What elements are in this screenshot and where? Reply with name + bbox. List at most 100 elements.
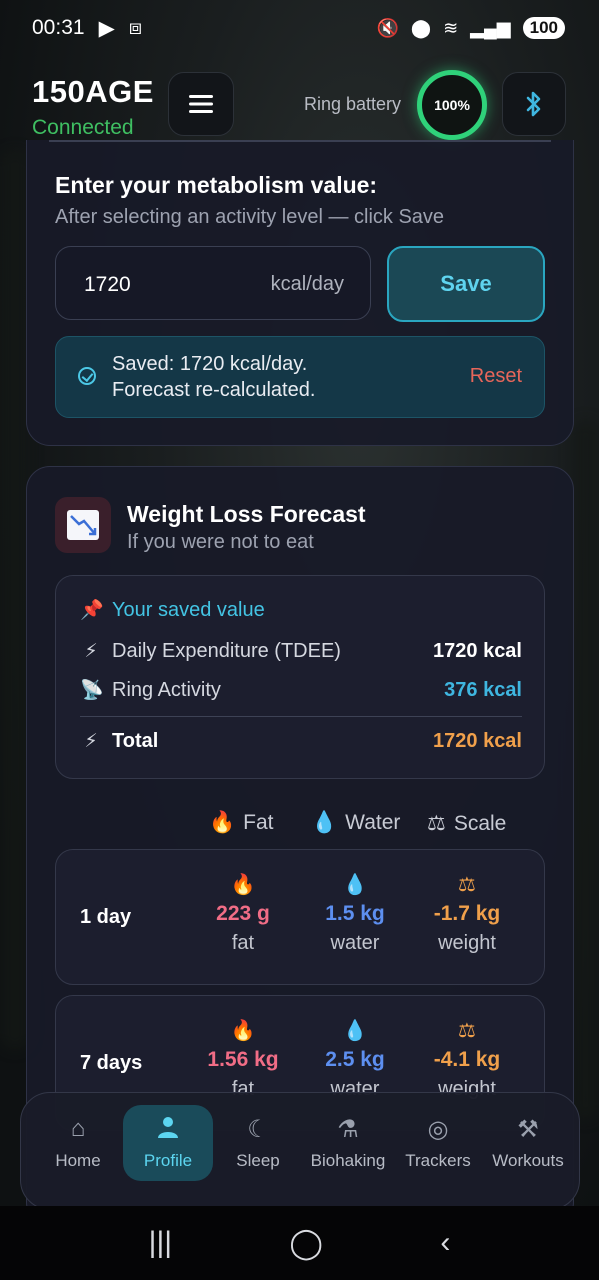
background-tree [572, 420, 599, 1120]
app-name: 150AGE [32, 74, 154, 109]
water-column: 💧 1.5 kg water [300, 872, 410, 955]
tdee-row: ⚡ Daily Expenditure (TDEE) 1720 kcal [80, 640, 522, 663]
ring-battery-gauge: 100% [417, 70, 487, 140]
period-label: 7 days [80, 1052, 143, 1074]
saved-notice-line: Saved: 1720 kcal/day. [112, 353, 308, 375]
fat-caption: fat [231, 932, 255, 954]
menu-button[interactable] [168, 72, 234, 136]
satellite-icon: 📡 [80, 680, 104, 701]
saved-notice: Saved: 1720 kcal/day. Forecast re-calcul… [55, 336, 545, 418]
tdee-summary: 📌 Your saved value ⚡ Daily Expenditure (… [55, 575, 545, 779]
weight-column: ⚖ -1.7 kg weight [412, 872, 522, 955]
system-nav-bar: ||| ◯ ‹ [0, 1206, 599, 1280]
saved-value-label: Your saved value [112, 598, 265, 621]
reset-button[interactable]: Reset [470, 365, 522, 388]
tdee-value: 1720 kcal [433, 640, 522, 662]
droplet-icon: 💧 [311, 811, 338, 834]
metabolism-input[interactable]: 1720 kcal/day [55, 246, 371, 320]
home-icon: ⌂ [70, 1115, 86, 1142]
nav-item-workouts[interactable]: ⚒ Workouts [483, 1105, 573, 1181]
legend-fat: 🔥 Fat [209, 811, 274, 835]
metabolism-card: Enter your metabolism value: After selec… [26, 140, 574, 446]
hamburger-icon [189, 95, 213, 113]
period-label: 1 day [80, 906, 132, 928]
ring-activity-label: Ring Activity [112, 678, 221, 701]
nav-label: Trackers [405, 1151, 471, 1170]
fire-icon: 🔥 [230, 874, 256, 896]
saved-value-header: 📌 Your saved value [80, 598, 522, 622]
metabolism-title: Enter your metabolism value: [55, 172, 378, 198]
status-bar: 00:31 ▶ ⧈ 🔇 ⬤ ≋ ▂▄▆ 100 [0, 0, 599, 56]
pushpin-icon: 📌 [80, 600, 104, 621]
bluetooth-icon [526, 91, 541, 117]
metabolism-subtitle: After selecting an activity level — clic… [55, 206, 445, 228]
weight-value: -1.7 kg [433, 902, 501, 925]
nav-label: Biohaking [310, 1151, 386, 1170]
fat-value: 223 g [216, 902, 270, 925]
water-caption: water [330, 932, 380, 954]
microscope-icon: ⚗ [337, 1116, 359, 1143]
bottom-nav: ⌂ Home Profile ☾ Sleep ⚗ Biohaking ◎ Tra… [20, 1092, 580, 1210]
back-icon[interactable]: ‹ [440, 1226, 450, 1260]
dumbbell-icon: ⚒ [517, 1116, 539, 1143]
home-circle-icon[interactable]: ◯ [289, 1226, 323, 1261]
lightning-icon: ⚡ [84, 641, 98, 662]
lightning-icon: ⚡ [84, 731, 98, 752]
app-header: 150AGE Connected Ring battery 100% [0, 70, 599, 142]
brand: 150AGE Connected [32, 74, 154, 140]
saved-notice-text: Saved: 1720 kcal/day. Forecast re-calcul… [112, 351, 315, 403]
metabolism-input-value: 1720 [84, 273, 131, 296]
scale-icon: ⚖ [458, 874, 476, 896]
water-value: 2.5 kg [325, 1048, 385, 1071]
nav-item-biohaking[interactable]: ⚗ Biohaking [303, 1105, 393, 1181]
nav-label: Workouts [492, 1151, 564, 1170]
nav-item-sleep[interactable]: ☾ Sleep [213, 1105, 303, 1181]
legend-water-label: Water [345, 811, 401, 834]
signal-icon: ▂▄▆ [470, 17, 511, 38]
forecast-period-card: 1 day 🔥 223 g fat 💧 1.5 kg water ⚖ -1.7 … [55, 849, 545, 985]
legend-scale: ⚖ Scale [427, 811, 506, 836]
target-icon: ◎ [427, 1116, 449, 1143]
ring-battery-label: Ring battery [304, 94, 402, 114]
mute-icon: 🔇 [376, 17, 399, 38]
fat-column: 🔥 1.56 kg fat [188, 1018, 298, 1101]
location-icon: ⬤ [410, 17, 432, 38]
weight-caption: weight [438, 932, 496, 954]
fat-value: 1.56 kg [207, 1048, 279, 1071]
moon-icon: ☾ [247, 1116, 269, 1143]
ring-activity-row: 📡 Ring Activity 376 kcal [80, 678, 522, 702]
fat-column: 🔥 223 g fat [188, 872, 298, 955]
clock: 00:31 [32, 16, 85, 39]
total-label: Total [112, 730, 159, 752]
divider [80, 716, 522, 717]
recent-apps-icon[interactable]: ||| [149, 1226, 172, 1260]
water-value: 1.5 kg [325, 902, 385, 925]
nav-label: Home [55, 1151, 101, 1170]
screenshot-icon: ⧈ [128, 16, 143, 39]
nav-item-home[interactable]: ⌂ Home [33, 1105, 123, 1181]
ring-activity-value: 376 kcal [444, 678, 522, 701]
droplet-icon: 💧 [342, 1020, 368, 1042]
total-value: 1720 kcal [433, 730, 522, 752]
wifi-icon: ≋ [443, 17, 459, 38]
connection-status: Connected [32, 116, 134, 139]
check-circle-icon [78, 367, 96, 385]
fire-icon: 🔥 [209, 811, 236, 834]
water-column: 💧 2.5 kg water [300, 1018, 410, 1101]
battery-indicator: 100 [522, 17, 565, 39]
bluetooth-button[interactable] [502, 72, 566, 136]
legend-water: 💧 Water [311, 811, 400, 835]
play-icon: ▶ [98, 16, 115, 40]
nav-item-profile[interactable]: Profile [123, 1105, 213, 1181]
divider [49, 140, 551, 142]
nav-label: Sleep [236, 1151, 280, 1170]
scale-icon: ⚖ [458, 1020, 476, 1042]
legend-fat-label: Fat [243, 811, 274, 834]
nav-item-trackers[interactable]: ◎ Trackers [393, 1105, 483, 1181]
forecast-subtitle: If you were not to eat [127, 531, 314, 553]
fire-icon: 🔥 [230, 1020, 256, 1042]
weight-column: ⚖ -4.1 kg weight [412, 1018, 522, 1101]
scale-icon: ⚖ [427, 812, 446, 835]
chart-down-icon [55, 497, 111, 553]
save-button[interactable]: Save [387, 246, 545, 322]
